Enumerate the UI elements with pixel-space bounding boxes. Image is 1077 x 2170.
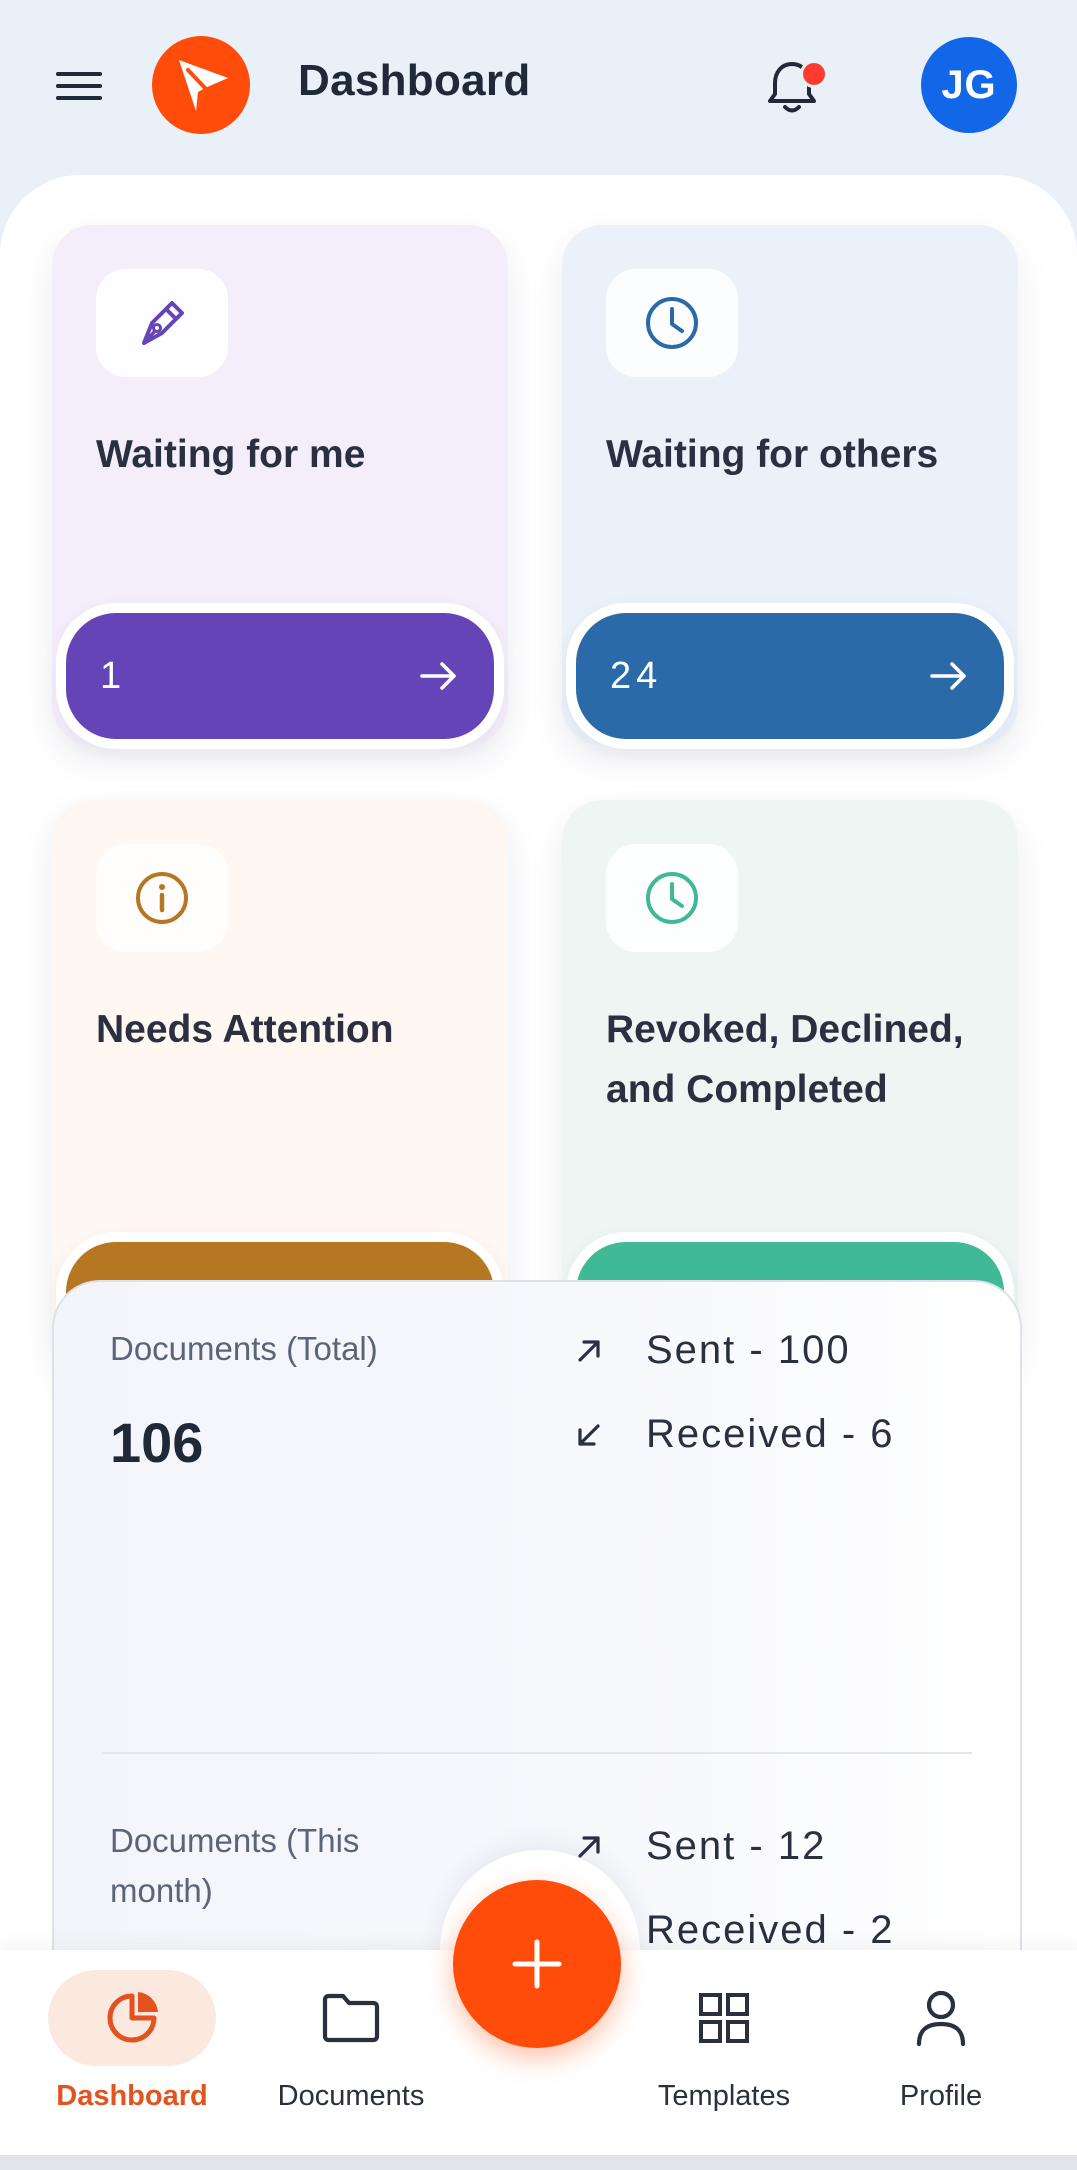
nav-label: Templates — [657, 2080, 791, 2112]
nav-label: Documents — [277, 2080, 425, 2112]
pen-nib-icon — [96, 269, 228, 377]
person-icon — [857, 1970, 1025, 2066]
card-label: Revoked, Declined, and Completed — [606, 1008, 964, 1111]
app-header: Dashboard JG — [0, 0, 1077, 175]
nav-item-templates[interactable]: Templates — [614, 1970, 834, 2113]
arrow-right-icon — [930, 662, 966, 690]
info-icon — [96, 844, 228, 952]
arrow-down-left-icon — [578, 1423, 600, 1446]
received-month: Received - 2 — [646, 1908, 895, 1952]
plus-icon — [512, 1939, 562, 1989]
folder-icon — [267, 1970, 435, 2066]
documents-month-label: Documents (This month) — [110, 1822, 360, 1909]
documents-total-label: Documents (Total) — [110, 1330, 378, 1367]
divider — [102, 1752, 972, 1754]
app-logo-icon — [152, 36, 250, 134]
notification-badge — [800, 60, 828, 88]
count-pill[interactable]: 24 — [576, 613, 1004, 739]
count-value: 24 — [610, 654, 663, 697]
create-document-button[interactable] — [453, 1880, 621, 2048]
nav-label: Dashboard — [56, 2080, 208, 2112]
card-pill-frame: 24 — [566, 603, 1014, 749]
page-title: Dashboard — [298, 56, 531, 105]
count-pill[interactable]: 1 — [66, 613, 494, 739]
card-waiting-for-others[interactable]: Waiting for others 24 — [562, 225, 1018, 749]
card-waiting-for-me[interactable]: Waiting for me 1 — [52, 225, 508, 749]
arrow-up-right-icon — [578, 1339, 600, 1362]
card-pill-frame: 1 — [56, 603, 504, 749]
sent-month-row: Sent - 12 — [574, 1824, 826, 1869]
nav-item-profile[interactable]: Profile — [831, 1970, 1051, 2113]
sent-total: Sent - 100 — [646, 1328, 851, 1372]
clock-icon — [606, 269, 738, 377]
card-label: Waiting for others — [606, 433, 939, 476]
received-total: Received - 6 — [646, 1412, 895, 1456]
nav-label: Profile — [899, 2080, 983, 2112]
sent-total-row: Sent - 100 — [574, 1328, 851, 1373]
system-gesture-bar — [0, 2155, 1077, 2170]
pie-chart-icon — [48, 1970, 216, 2066]
arrow-right-icon — [420, 662, 456, 690]
documents-total-value: 106 — [110, 1411, 204, 1474]
card-label: Needs Attention — [96, 1008, 394, 1051]
nav-item-documents[interactable]: Documents — [241, 1970, 461, 2113]
card-label: Waiting for me — [96, 433, 366, 476]
grid-icon — [640, 1970, 808, 2066]
count-value: 1 — [100, 654, 127, 697]
menu-icon[interactable] — [56, 68, 104, 104]
received-total-row: Received - 6 — [574, 1412, 895, 1457]
avatar[interactable]: JG — [921, 37, 1017, 133]
sent-month: Sent - 12 — [646, 1824, 827, 1868]
clock-icon — [606, 844, 738, 952]
nav-item-dashboard[interactable]: Dashboard — [22, 1970, 242, 2113]
